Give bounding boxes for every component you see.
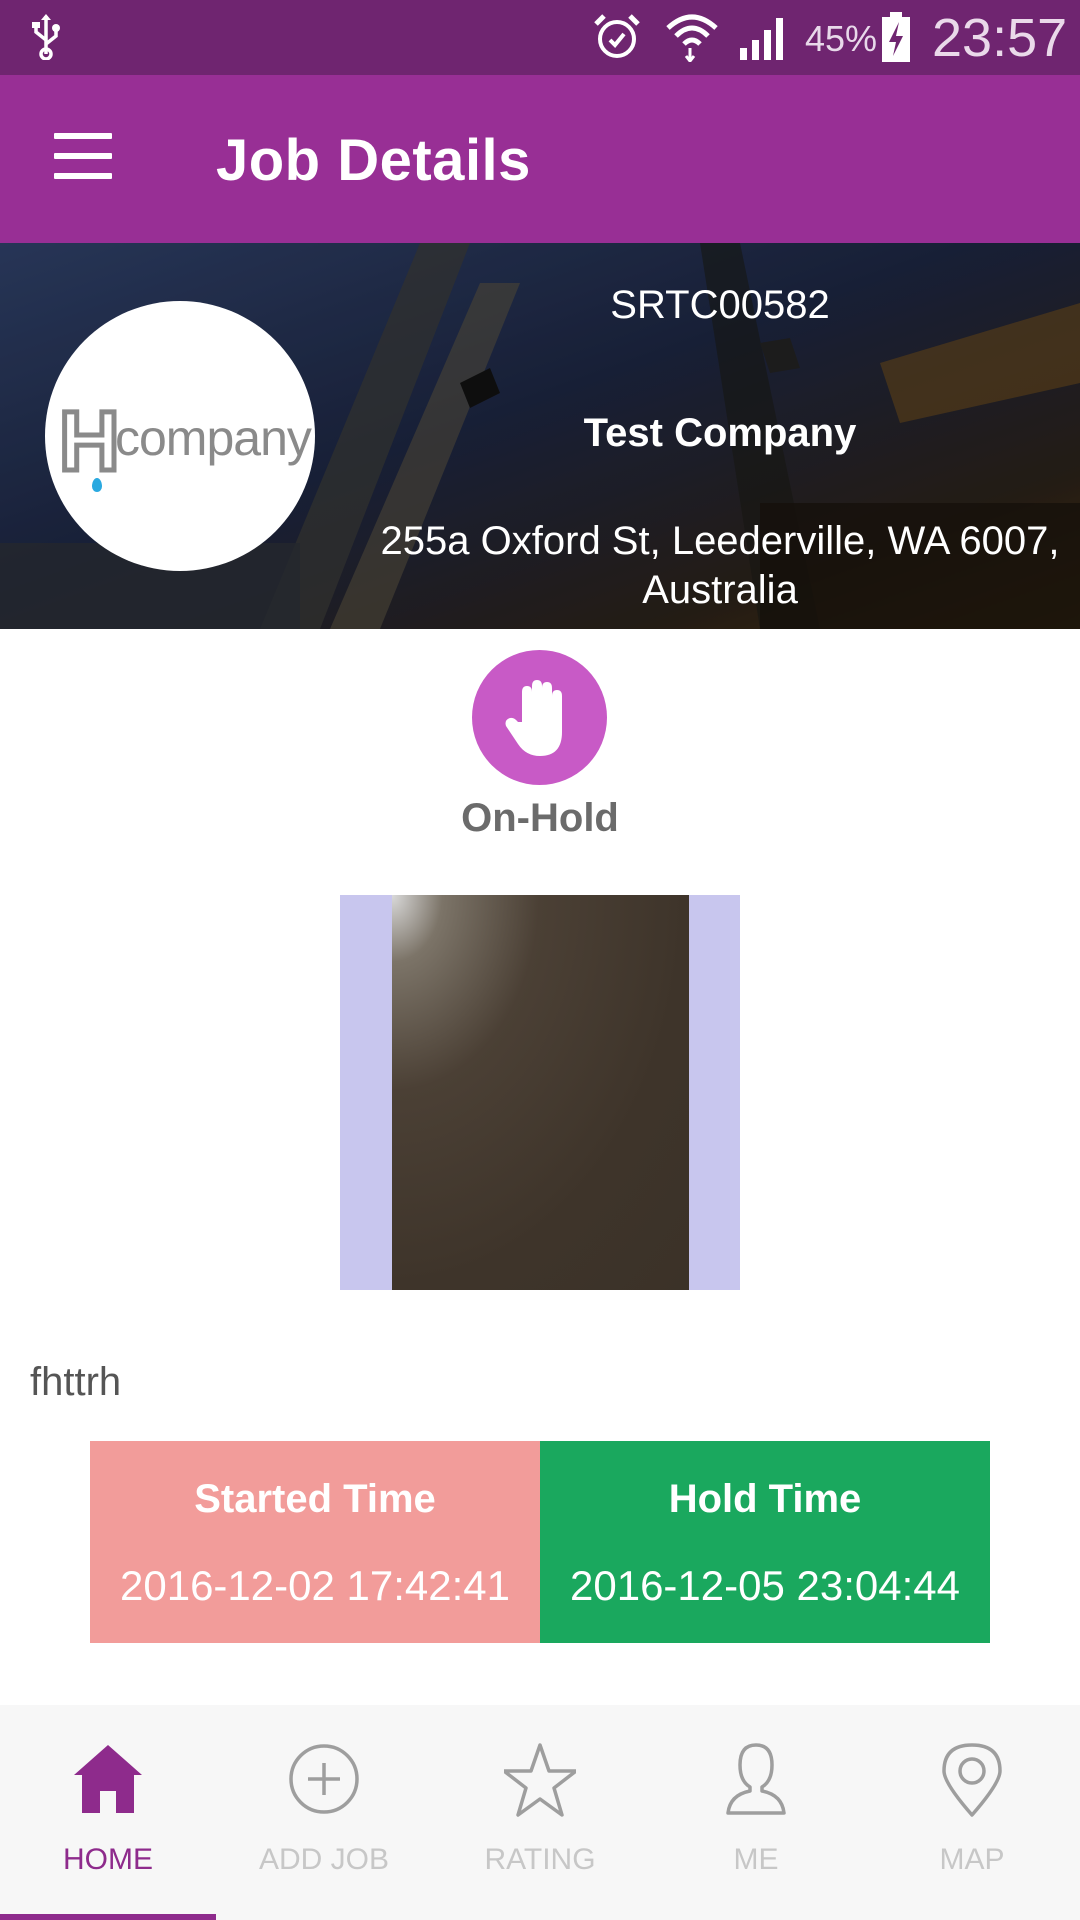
nav-item-map[interactable]: MAP [864, 1705, 1080, 1920]
started-time-card: Started Time 2016-12-02 17:42:41 [90, 1441, 540, 1643]
nav-item-rating[interactable]: RATING [432, 1705, 648, 1920]
battery-percentage: 45% [805, 18, 878, 59]
started-time-value: 2016-12-02 17:42:41 [120, 1562, 510, 1609]
nav-item-me[interactable]: ME [648, 1705, 864, 1920]
logo-word: company [115, 410, 312, 466]
status-clock: 23:57 [932, 8, 1068, 68]
battery-charging-icon [882, 12, 910, 62]
nav-label-me: ME [733, 1843, 779, 1876]
usb-icon [32, 14, 60, 60]
hold-time-title: Hold Time [668, 1477, 862, 1521]
company-logo: H company [45, 301, 315, 571]
signal-icon [740, 18, 783, 60]
alarm-icon [594, 14, 640, 58]
hold-time-value: 2016-12-05 23:04:44 [570, 1562, 960, 1609]
status-bar: 45% 23:57 [0, 0, 1080, 75]
job-id: SRTC00582 [610, 283, 830, 327]
bottom-navigation: HOME ADD JOB RATING ME MAP [0, 1705, 1080, 1920]
active-tab-indicator [0, 1914, 216, 1920]
company-name: Test Company [583, 411, 857, 455]
wifi-icon [666, 14, 718, 62]
job-status-icon [472, 650, 607, 785]
nav-label-add-job: ADD JOB [258, 1843, 390, 1876]
nav-item-add-job[interactable]: ADD JOB [216, 1705, 432, 1920]
job-address: 255a Oxford St, Leederville, WA 6007, Au… [380, 519, 1060, 612]
hamburger-menu-icon[interactable] [54, 133, 114, 179]
star-icon [504, 1743, 576, 1817]
nav-item-home[interactable]: HOME [0, 1705, 216, 1920]
water-drop-icon [92, 478, 102, 492]
page-title: Job Details [216, 128, 531, 193]
job-status-label: On-Hold [461, 796, 619, 840]
nav-label-rating: RATING [484, 1843, 596, 1876]
started-time-title: Started Time [194, 1477, 436, 1521]
home-icon [74, 1745, 142, 1813]
job-photo[interactable] [392, 895, 689, 1290]
app-bar: Job Details [0, 75, 1080, 243]
job-photo-frame[interactable] [340, 895, 740, 1290]
map-pin-icon [942, 1743, 1002, 1817]
person-icon [726, 1743, 786, 1815]
hold-time-card: Hold Time 2016-12-05 23:04:44 [540, 1441, 990, 1643]
job-header-banner: H company SRTC00582 Test Company 255a Ox… [0, 243, 1080, 629]
plus-circle-icon [289, 1744, 359, 1814]
hand-stop-icon [505, 680, 562, 756]
logo-letter: H [57, 392, 123, 491]
nav-label-home: HOME [63, 1843, 153, 1876]
job-note: fhttrh [30, 1360, 122, 1404]
nav-label-map: MAP [939, 1843, 1005, 1876]
